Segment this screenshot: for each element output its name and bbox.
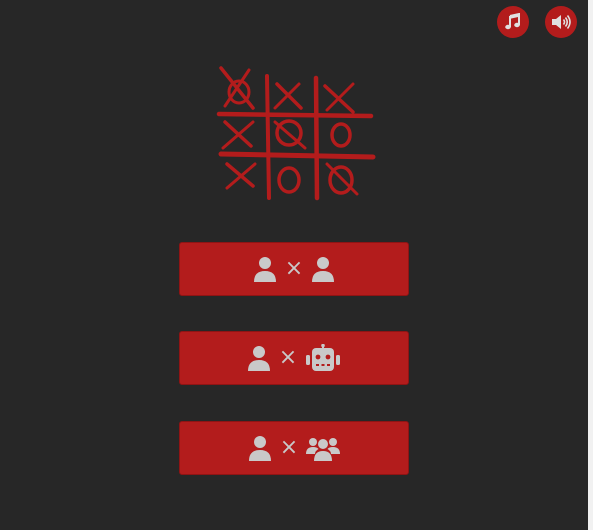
user-icon	[248, 436, 271, 461]
player-vs-player-button[interactable]: ×	[179, 242, 409, 296]
robot-icon	[306, 344, 341, 371]
music-note-icon	[505, 13, 520, 30]
sound-toggle-button[interactable]	[545, 6, 577, 38]
versus-separator: ×	[284, 256, 304, 281]
player-vs-computer-button[interactable]: ×	[179, 331, 409, 385]
tic-tac-toe-board-icon	[216, 66, 376, 201]
game-menu-screen: × × ×	[0, 0, 593, 530]
versus-separator: ×	[278, 345, 298, 370]
window-edge	[588, 0, 593, 530]
users-group-icon	[306, 438, 341, 461]
music-toggle-button[interactable]	[497, 6, 529, 38]
versus-separator: ×	[279, 435, 299, 460]
user-icon	[253, 257, 276, 282]
user-icon	[312, 257, 335, 282]
speaker-volume-icon	[552, 15, 571, 29]
user-icon	[247, 346, 270, 371]
player-vs-group-button[interactable]: ×	[179, 421, 409, 475]
